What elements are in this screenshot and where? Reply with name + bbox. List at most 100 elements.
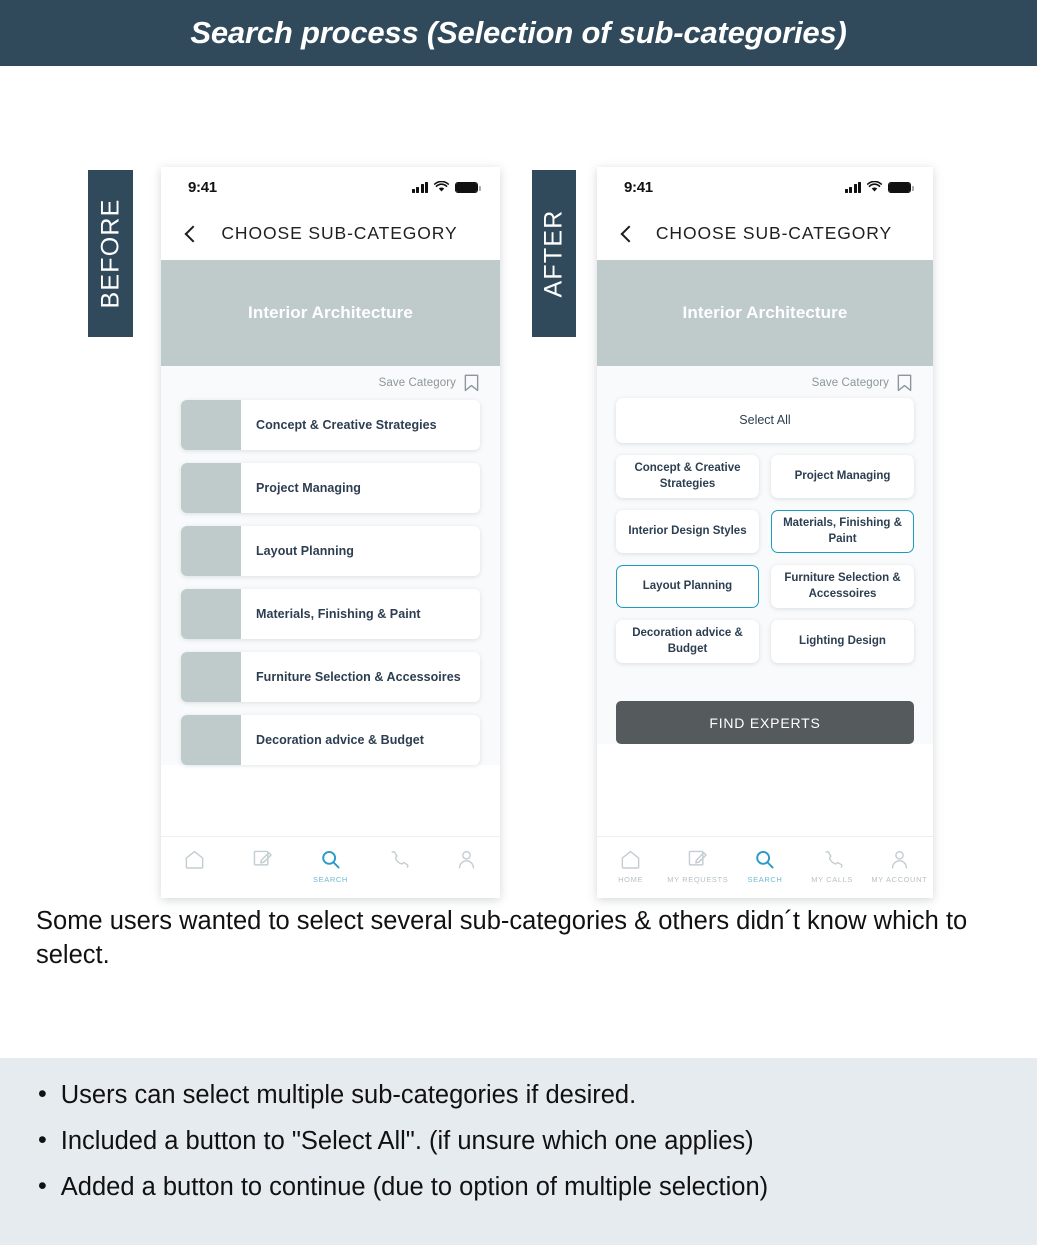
tab-label: HOME	[618, 875, 644, 884]
sub-category-row[interactable]: Furniture Selection & Accessoires	[181, 652, 480, 702]
bottom-tab-bar[interactable]: HOME MY REQUESTS SEARCH MY CALLS MY ACCOUNT	[597, 836, 933, 898]
sub-category-row[interactable]: Materials, Finishing & Paint	[181, 589, 480, 639]
tab-phone[interactable]: MY CALLS	[801, 848, 863, 884]
account-icon	[458, 850, 474, 869]
status-icons	[844, 181, 914, 193]
after-label-text: AFTER	[539, 209, 568, 298]
sub-category-label: Materials, Finishing & Paint	[256, 607, 421, 621]
sub-category-thumbnail	[181, 526, 241, 576]
tab-my-requests[interactable]	[232, 848, 294, 875]
tab-search[interactable]: SEARCH	[299, 848, 361, 884]
solution-bullet-text: Added a button to continue (due to optio…	[60, 1172, 769, 1201]
back-chevron-icon[interactable]	[181, 224, 201, 244]
nav-header: CHOOSE SUB-CATEGORY	[161, 207, 500, 260]
sub-category-chip-area: Select All Concept & Creative Strategies…	[597, 398, 933, 663]
solution-bullet-box: • Users can select multiple sub-categorie…	[0, 1058, 1037, 1245]
sub-category-label: Furniture Selection & Accessoires	[256, 670, 461, 684]
after-phone-mockup: 9:41 CHOOSE SUB-CATEGORY Interior Archit…	[597, 167, 933, 898]
page-title-bar: Search process (Selection of sub-categor…	[0, 0, 1037, 66]
tab-label: MY CALLS	[811, 875, 854, 884]
category-banner: Interior Architecture	[597, 260, 933, 366]
save-category-row[interactable]: Save Category	[161, 366, 500, 398]
battery-icon	[888, 181, 914, 193]
save-category-row[interactable]: Save Category	[597, 366, 933, 398]
sub-category-list: Concept & Creative Strategies Project Man…	[161, 398, 500, 765]
page-title: Search process (Selection of sub-categor…	[190, 15, 847, 50]
sub-category-row[interactable]: Project Managing	[181, 463, 480, 513]
solution-bullet: • Users can select multiple sub-categorie…	[38, 1080, 1037, 1112]
bottom-tab-bar[interactable]: SEARCH	[161, 836, 500, 898]
phone-icon	[391, 851, 409, 868]
sub-category-row[interactable]: Decoration advice & Budget	[181, 715, 480, 765]
sub-category-chip-grid: Concept & Creative Strategies Project Man…	[616, 455, 914, 663]
solution-bullet-text: Included a button to "Select All". (if u…	[60, 1126, 754, 1155]
back-chevron-icon[interactable]	[617, 224, 637, 244]
phone-icon	[825, 851, 843, 868]
bullet-dot-icon: •	[38, 1080, 47, 1108]
sub-category-chip[interactable]: Project Managing	[771, 455, 914, 498]
problem-statement: Some users wanted to select several sub-…	[36, 907, 968, 969]
cta-wrapper: FIND EXPERTS	[597, 663, 933, 744]
search-icon	[756, 850, 774, 869]
sub-category-thumbnail	[181, 400, 241, 450]
tab-search[interactable]: SEARCH	[734, 848, 796, 884]
before-content-body: Save Category Concept & Creative Strateg…	[161, 366, 500, 765]
sub-category-thumbnail	[181, 463, 241, 513]
battery-icon	[455, 181, 481, 193]
search-icon	[322, 850, 340, 869]
save-category-label: Save Category	[378, 377, 456, 389]
status-time: 9:41	[188, 178, 217, 196]
bullet-dot-icon: •	[38, 1171, 47, 1200]
before-phone-mockup: 9:41 CHOOSE SUB-CATEGORY Interior Archit…	[161, 167, 500, 898]
after-label-tab: AFTER	[532, 170, 576, 337]
solution-bullet-text: Users can select multiple sub-categories…	[60, 1081, 637, 1109]
sub-category-row[interactable]: Layout Planning	[181, 526, 480, 576]
solution-bullet: • Included a button to "Select All". (if …	[38, 1126, 1037, 1158]
nav-header: CHOOSE SUB-CATEGORY	[597, 207, 933, 260]
sub-category-chip[interactable]: Concept & Creative Strategies	[616, 455, 759, 498]
wifi-icon	[867, 181, 882, 192]
sub-category-chip[interactable]: Furniture Selection & Accessoires	[771, 565, 914, 608]
status-time: 9:41	[624, 178, 653, 196]
sub-category-chip[interactable]: Materials, Finishing & Paint	[771, 510, 914, 553]
sub-category-label: Decoration advice & Budget	[256, 733, 424, 747]
solution-bullet: • Added a button to continue (due to opti…	[38, 1172, 1037, 1204]
select-all-button[interactable]: Select All	[616, 398, 914, 443]
tab-my-requests[interactable]: MY REQUESTS	[667, 848, 729, 884]
sub-category-chip[interactable]: Lighting Design	[771, 620, 914, 663]
sub-category-chip[interactable]: Interior Design Styles	[616, 510, 759, 553]
tab-phone[interactable]	[367, 848, 429, 875]
sub-category-thumbnail	[181, 589, 241, 639]
sub-category-thumbnail	[181, 652, 241, 702]
bookmark-icon[interactable]	[464, 374, 479, 392]
category-banner-title: Interior Architecture	[248, 303, 413, 322]
bullet-dot-icon: •	[38, 1125, 47, 1154]
status-bar: 9:41	[597, 167, 933, 207]
category-banner-title: Interior Architecture	[682, 303, 848, 322]
tab-home[interactable]	[164, 848, 226, 875]
my-requests-icon	[689, 850, 708, 866]
tab-account[interactable]: MY ACCOUNT	[868, 848, 930, 884]
sub-category-chip[interactable]: Layout Planning	[616, 565, 759, 608]
before-label-tab: BEFORE	[88, 170, 133, 337]
sub-category-row[interactable]: Concept & Creative Strategies	[181, 400, 480, 450]
bookmark-icon[interactable]	[897, 374, 912, 392]
after-content-body: Save Category Select All Concept & Creat…	[597, 366, 933, 744]
sub-category-chip[interactable]: Decoration advice & Budget	[616, 620, 759, 663]
sub-category-thumbnail	[181, 715, 241, 765]
cellular-signal-icon	[411, 181, 428, 193]
tab-label: MY REQUESTS	[667, 875, 729, 884]
cellular-signal-icon	[844, 181, 861, 193]
sub-category-label: Project Managing	[256, 481, 361, 495]
tab-label: SEARCH	[313, 875, 348, 884]
before-label-text: BEFORE	[96, 198, 124, 309]
tab-account[interactable]	[435, 848, 497, 875]
save-category-label: Save Category	[811, 377, 889, 389]
tab-home[interactable]: HOME	[600, 848, 662, 884]
sub-category-label: Concept & Creative Strategies	[256, 418, 437, 432]
account-icon	[891, 850, 907, 869]
screen-title: CHOOSE SUB-CATEGORY	[655, 223, 893, 243]
category-banner: Interior Architecture	[161, 260, 500, 366]
wifi-icon	[434, 181, 449, 192]
find-experts-button[interactable]: FIND EXPERTS	[616, 701, 914, 744]
